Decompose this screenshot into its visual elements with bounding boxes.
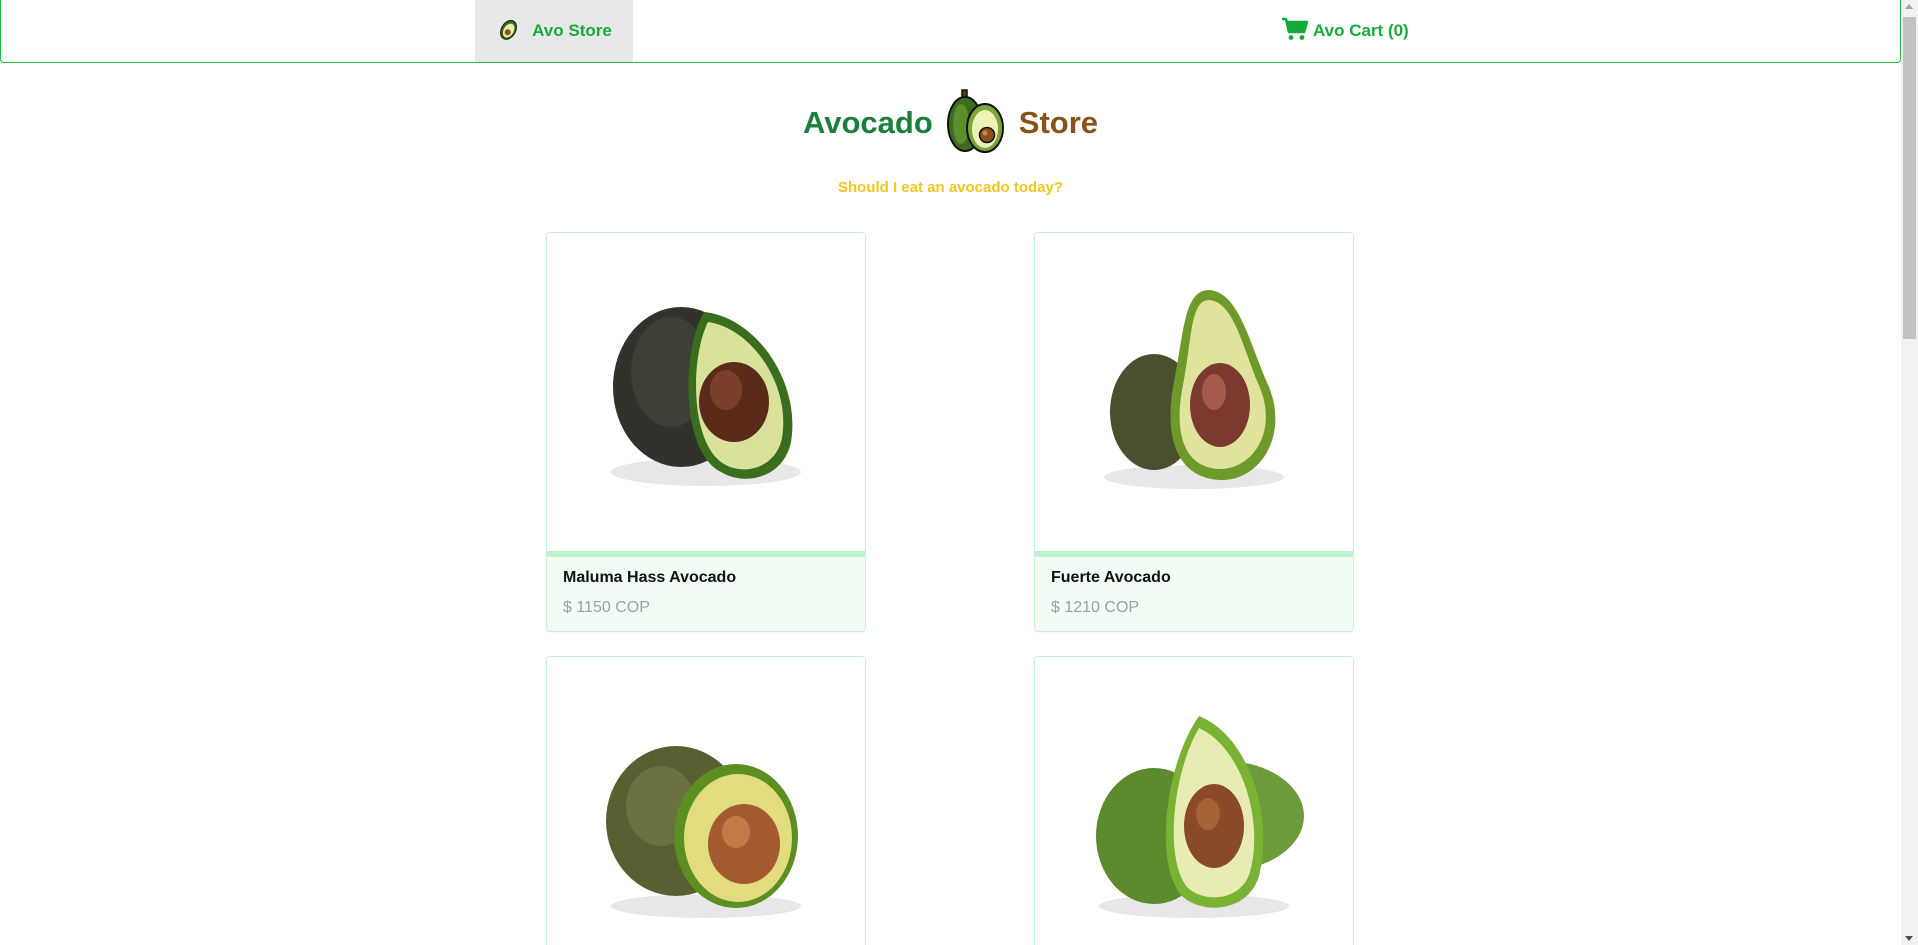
scroll-thumb[interactable] — [1903, 17, 1916, 339]
product-name: Fuerte Avocado — [1051, 569, 1171, 586]
title-word-store: Store — [1018, 104, 1099, 140]
product-card[interactable] — [546, 656, 866, 945]
cart-icon — [1281, 16, 1309, 47]
nav-cart-link[interactable]: Avo Cart (0) — [1281, 0, 1409, 62]
product-image — [547, 657, 865, 945]
product-info: Fuerte Avocado $ 1210 COP — [1035, 551, 1353, 631]
page: Avo Store Avo Cart (0) Avocado Store Sho… — [0, 0, 1918, 945]
product-name: Maluma Hass Avocado — [563, 569, 737, 586]
nav-cart-label: Avo Cart (0) — [1313, 21, 1409, 40]
product-price: $ 1150 COP — [563, 599, 650, 616]
title-word-avocado: Avocado — [802, 104, 933, 140]
product-image — [547, 233, 865, 551]
product-info: Maluma Hass Avocado $ 1150 COP — [547, 551, 865, 631]
scroll-down-arrow-icon[interactable] — [1905, 936, 1913, 941]
vertical-scrollbar[interactable] — [1901, 0, 1918, 945]
nav-home-label: Avo Store — [532, 21, 612, 40]
avocado-logo — [941, 84, 1011, 161]
product-card[interactable]: Maluma Hass Avocado $ 1150 COP — [546, 232, 866, 632]
product-image — [1035, 657, 1353, 945]
product-card[interactable]: Fuerte Avocado $ 1210 COP — [1034, 232, 1354, 632]
tagline-link[interactable]: Should I eat an avocado today? — [0, 179, 1901, 196]
product-image — [1035, 233, 1353, 551]
product-price: $ 1210 COP — [1051, 599, 1140, 616]
scroll-up-arrow-icon[interactable] — [1905, 4, 1913, 9]
nav-home-link[interactable]: Avo Store — [475, 0, 633, 62]
avocado-icon — [496, 16, 522, 47]
page-title: Avocado Store — [0, 84, 1901, 161]
product-card[interactable] — [1034, 656, 1354, 945]
top-nav: Avo Store Avo Cart (0) — [0, 0, 1901, 63]
